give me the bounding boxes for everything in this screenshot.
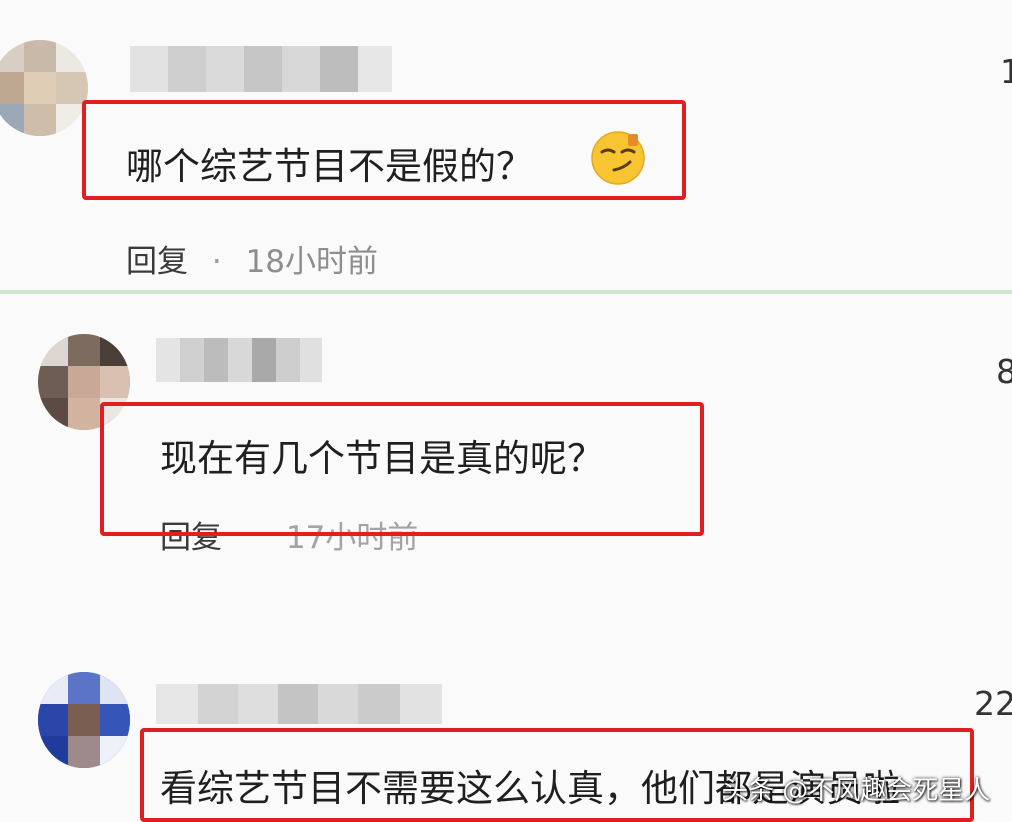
highlight-box	[82, 100, 686, 200]
reply-button[interactable]: 回复	[126, 244, 188, 280]
avatar[interactable]	[0, 40, 88, 136]
timestamp: 18小时前	[245, 244, 379, 280]
watermark: 头条 @不风趣会死星人	[722, 776, 991, 806]
like-count: 8	[996, 352, 1012, 391]
highlight-box	[100, 402, 704, 536]
like-count: 1	[1000, 52, 1012, 91]
comment-divider	[0, 290, 1012, 294]
username-blurred[interactable]	[156, 338, 322, 382]
comment-meta: 回复 · 18小时前	[126, 236, 378, 281]
meta-separator: ·	[211, 244, 222, 280]
comment-screenshot: 1 哪个综艺节目不是假的？ 回复 · 18小时前 8 现在有几个节目是真的呢？ …	[0, 0, 1012, 822]
like-count: 22	[974, 684, 1012, 723]
avatar[interactable]	[38, 672, 130, 768]
username-blurred[interactable]	[156, 684, 442, 724]
username-blurred[interactable]	[130, 46, 392, 92]
